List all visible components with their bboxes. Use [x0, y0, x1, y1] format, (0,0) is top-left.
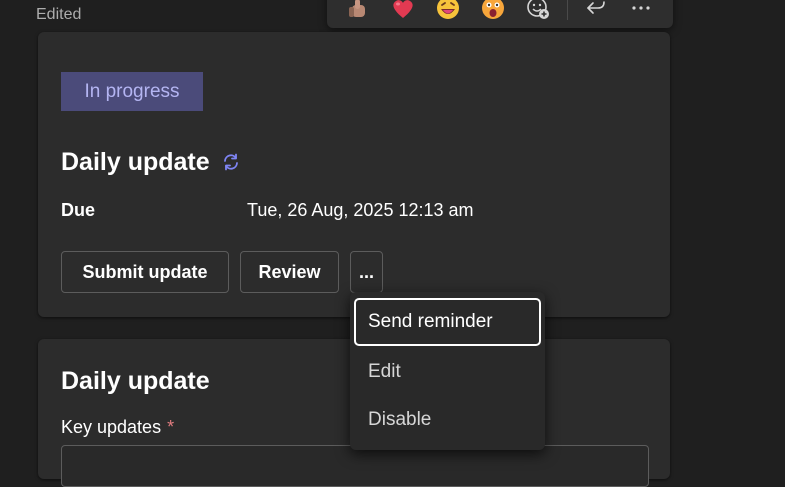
menu-item-edit[interactable]: Edit	[354, 348, 541, 396]
status-badge: In progress	[61, 72, 203, 111]
key-updates-label-text: Key updates	[61, 417, 162, 437]
more-options-icon[interactable]	[627, 0, 655, 22]
form-title: Daily update	[61, 367, 210, 395]
required-marker: *	[167, 417, 175, 437]
key-updates-label: Key updates *	[61, 417, 174, 438]
add-reaction-icon[interactable]	[524, 0, 552, 22]
reply-icon[interactable]	[582, 0, 610, 22]
submit-update-button[interactable]: Submit update	[61, 251, 229, 293]
more-actions-menu: Send reminder Edit Disable	[350, 292, 545, 450]
menu-item-disable[interactable]: Disable	[354, 396, 541, 444]
reaction-bar	[327, 0, 673, 28]
menu-item-send-reminder[interactable]: Send reminder	[354, 298, 541, 346]
task-card: In progress Daily update Due Tue, 26 Aug…	[38, 32, 670, 317]
more-actions-button[interactable]: ...	[350, 251, 383, 293]
due-date: Tue, 26 Aug, 2025 12:13 am	[247, 200, 474, 220]
review-button[interactable]: Review	[240, 251, 339, 293]
heart-icon[interactable]	[389, 0, 417, 22]
surprised-face-icon[interactable]	[479, 0, 507, 22]
laughing-face-icon[interactable]	[434, 0, 462, 22]
thumbs-up-icon[interactable]	[344, 0, 372, 22]
reaction-bar-separator	[567, 0, 568, 20]
task-title: Daily update	[61, 148, 210, 176]
due-label: Due	[61, 200, 96, 220]
edited-label: Edited	[36, 6, 82, 23]
key-updates-input[interactable]	[61, 445, 649, 487]
recurring-icon	[221, 152, 241, 177]
